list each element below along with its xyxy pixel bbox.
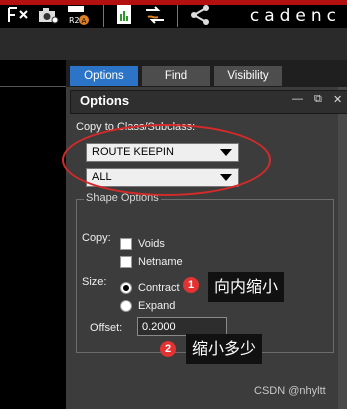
panel-title: Options: [80, 93, 130, 108]
left-pane-divider: [0, 86, 66, 87]
contract-label: Contract: [138, 282, 180, 294]
tab-find[interactable]: Find: [142, 66, 210, 86]
netname-checkbox[interactable]: [120, 256, 132, 268]
netname-label: Netname: [138, 256, 183, 268]
voids-label: Voids: [138, 238, 165, 250]
left-pane: [0, 60, 66, 409]
app-brand: cadenc: [249, 6, 341, 26]
callout-text-1: 向内缩小: [208, 272, 285, 302]
callout-badge-2: 2: [160, 341, 176, 357]
tab-options[interactable]: Options: [70, 66, 138, 86]
restore-button[interactable]: ⧉: [314, 93, 322, 106]
r2a-icon[interactable]: R2 A: [66, 3, 90, 27]
toolbar: [0, 28, 347, 60]
copy-label: Copy:: [82, 232, 111, 244]
offset-label: Offset:: [90, 322, 123, 334]
share-icon[interactable]: [188, 3, 212, 27]
svg-text:A: A: [82, 17, 87, 25]
svg-text:R2: R2: [69, 16, 80, 25]
tab-visibility[interactable]: Visibility: [214, 66, 282, 86]
callout-badge-1: 1: [183, 277, 199, 293]
callout-text-2: 缩小多少: [186, 334, 263, 364]
fix-tool-icon[interactable]: [6, 3, 30, 27]
size-label: Size:: [82, 276, 107, 288]
watermark: CSDN @nhyltt: [254, 385, 326, 397]
camera-settings-icon[interactable]: [36, 3, 60, 27]
panel-scroll-edge[interactable]: [338, 87, 347, 409]
minimize-button[interactable]: —: [292, 93, 303, 105]
expand-radio[interactable]: [120, 300, 132, 312]
report-icon[interactable]: [113, 3, 137, 27]
toolbar-separator: [103, 5, 104, 27]
contract-radio[interactable]: [120, 282, 132, 294]
toolbar-separator: [177, 5, 178, 27]
expand-label: Expand: [138, 300, 176, 312]
voids-checkbox[interactable]: [120, 238, 132, 250]
swap-arrows-icon[interactable]: [143, 3, 167, 27]
highlight-ellipse: [62, 124, 271, 196]
close-button[interactable]: ✕: [333, 93, 342, 106]
